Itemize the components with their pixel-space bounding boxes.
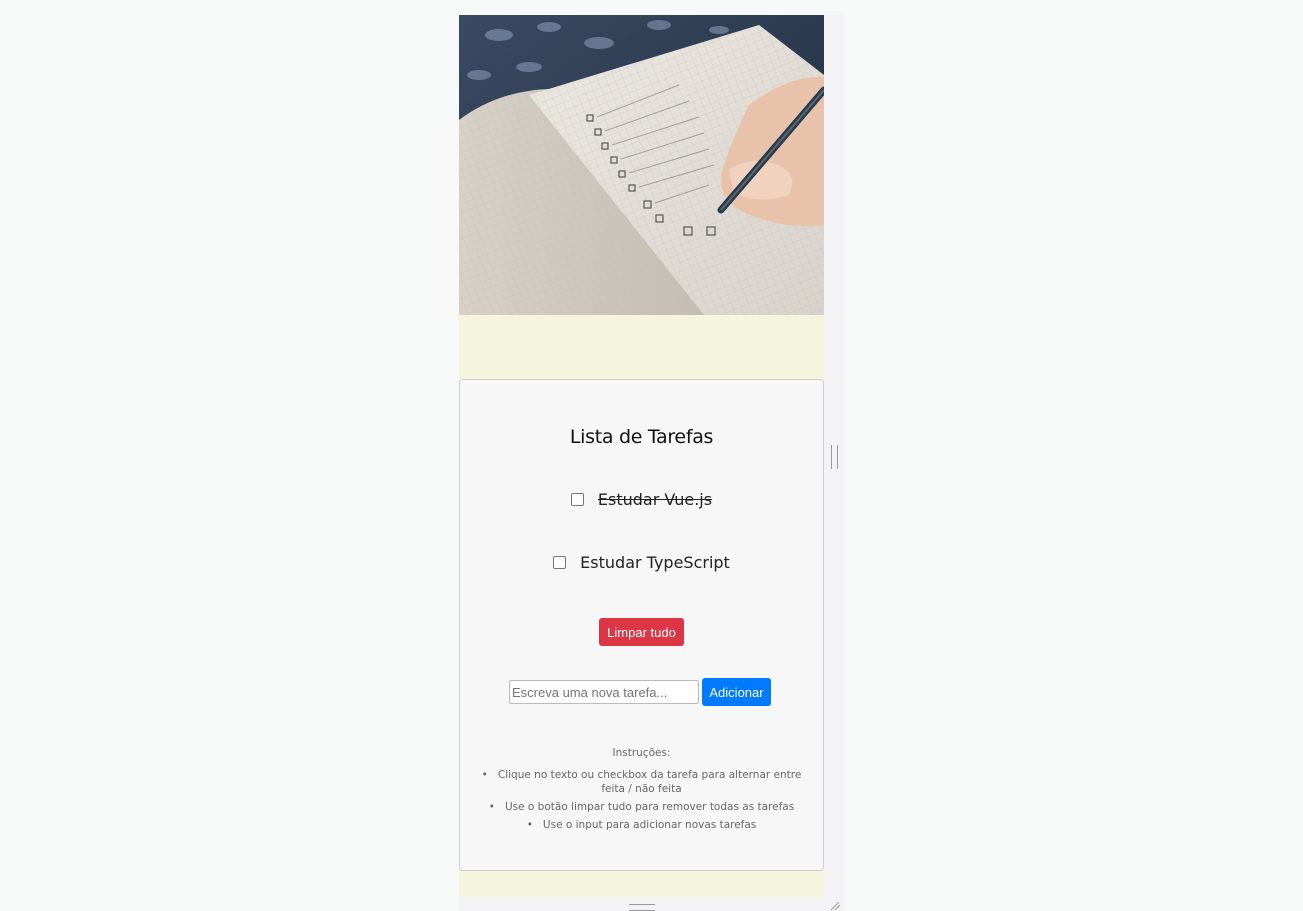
device-frame: Lista de Tarefas Estudar Vue.js Estudar …	[459, 15, 844, 911]
hero-image	[459, 15, 824, 315]
task-checkbox[interactable]	[570, 493, 584, 506]
task-label[interactable]: Estudar TypeScript	[580, 553, 730, 572]
task-label[interactable]: Estudar Vue.js	[598, 490, 712, 509]
page-title: Lista de Tarefas	[569, 426, 714, 448]
instruction-item: Clique no texto ou checkbox da tarefa pa…	[480, 768, 803, 796]
app-viewport: Lista de Tarefas Estudar Vue.js Estudar …	[459, 15, 824, 897]
new-task-input[interactable]: Escreva uma nova tarefa...	[509, 680, 699, 704]
instructions-section: Instruções: Clique no texto ou checkbox …	[460, 747, 823, 836]
bottom-resize-handle[interactable]	[629, 904, 655, 911]
add-task-row: Escreva uma nova tarefa... Adicionar	[509, 678, 771, 706]
task-checkbox[interactable]	[553, 556, 567, 569]
resize-grip-icon[interactable]	[830, 902, 840, 910]
instruction-item: Use o input para adicionar novas tarefas	[480, 818, 803, 832]
clear-all-button[interactable]: Limpar tudo	[599, 618, 684, 646]
todo-card: Lista de Tarefas Estudar Vue.js Estudar …	[459, 379, 824, 871]
instructions-heading: Instruções:	[612, 747, 671, 759]
instructions-list: Clique no texto ou checkbox da tarefa pa…	[460, 768, 823, 832]
add-task-button[interactable]: Adicionar	[702, 678, 771, 706]
task-item[interactable]: Estudar TypeScript	[460, 553, 823, 572]
side-resize-handle[interactable]	[831, 445, 838, 469]
task-item[interactable]: Estudar Vue.js	[460, 490, 823, 509]
instruction-item: Use o botão limpar tudo para remover tod…	[480, 800, 803, 814]
